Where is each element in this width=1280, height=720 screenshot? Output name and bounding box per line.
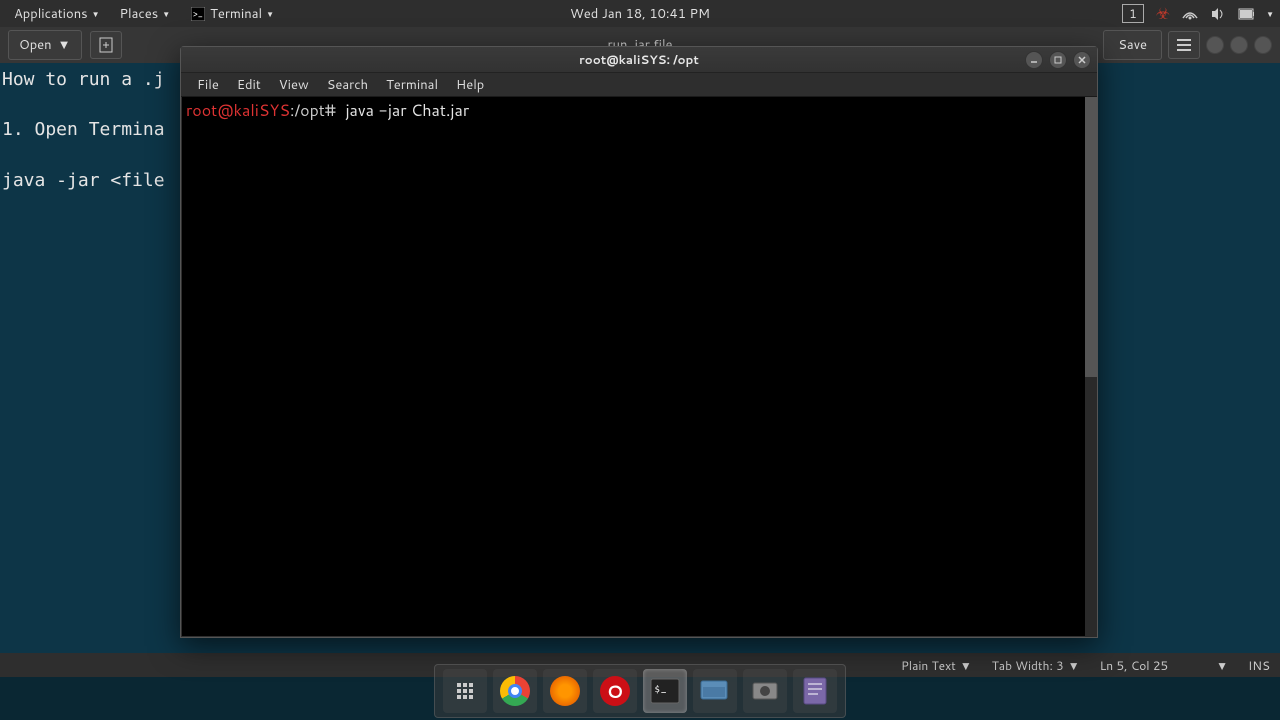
close-icon: [1078, 56, 1086, 64]
terminal-icon: >_: [190, 6, 206, 22]
dock-apps-grid[interactable]: [443, 669, 487, 713]
opera-icon: O: [600, 676, 630, 706]
ln-col-label: Ln 5, Col 25: [1100, 657, 1168, 674]
scrollbar-thumb[interactable]: [1085, 97, 1097, 377]
dock-screenshot[interactable]: [743, 669, 787, 713]
battery-icon[interactable]: [1238, 6, 1254, 22]
terminal-titlebar[interactable]: root@kaliSYS: /opt: [181, 47, 1097, 73]
menu-help[interactable]: Help: [448, 74, 492, 96]
chevron-down-icon: ▼: [266, 8, 274, 20]
terminal-scrollbar[interactable]: [1085, 97, 1097, 637]
applications-menu[interactable]: Applications ▼: [6, 2, 108, 26]
save-button[interactable]: Save: [1103, 30, 1162, 60]
applications-label: Applications: [14, 5, 88, 23]
open-label: Open: [19, 36, 52, 54]
prompt-path: /opt: [294, 99, 324, 122]
syntax-selector[interactable]: Plain Text ▼: [901, 657, 972, 674]
top-panel: Applications ▼ Places ▼ >_ Terminal ▼ We…: [0, 0, 1280, 27]
minimize-button[interactable]: [1206, 36, 1224, 54]
firefox-icon: [550, 676, 580, 706]
dock-terminal[interactable]: $_: [643, 669, 687, 713]
volume-icon[interactable]: [1210, 6, 1226, 22]
svg-text:$_: $_: [654, 681, 667, 697]
chevron-down-icon: ▼: [1216, 657, 1228, 674]
hamburger-icon: [1177, 39, 1191, 51]
terminal-title: root@kaliSYS: /opt: [579, 51, 699, 68]
network-icon[interactable]: [1182, 6, 1198, 22]
menu-terminal[interactable]: Terminal: [378, 74, 446, 96]
terminal-content[interactable]: root@kaliSYS:/opt# java -jar Chat.jar: [182, 97, 1096, 636]
chevron-down-icon: ▼: [92, 8, 100, 20]
menu-view[interactable]: View: [271, 74, 317, 96]
prompt-user: root@kaliSYS: [186, 99, 290, 122]
chevron-down-icon: ▼: [58, 36, 71, 54]
places-menu[interactable]: Places ▼: [112, 2, 179, 26]
kali-dragon-icon: ☣: [1156, 2, 1170, 25]
dock-firefox[interactable]: [543, 669, 587, 713]
new-document-button[interactable]: [90, 31, 122, 59]
clock[interactable]: Wed Jan 18, 10:41 PM: [570, 5, 710, 23]
chrome-icon: [500, 676, 530, 706]
syntax-label: Plain Text: [901, 657, 956, 674]
menu-edit[interactable]: Edit: [229, 74, 269, 96]
terminal-menubar: File Edit View Search Terminal Help: [181, 73, 1097, 97]
dock-opera[interactable]: O: [593, 669, 637, 713]
insert-mode[interactable]: INS: [1248, 657, 1270, 674]
workspace-indicator[interactable]: 1: [1122, 4, 1144, 23]
maximize-icon: [1054, 56, 1062, 64]
open-button[interactable]: Open ▼: [8, 30, 82, 60]
text-editor-icon: [802, 676, 828, 706]
system-menu-chevron[interactable]: ▼: [1266, 8, 1274, 20]
tab-width-selector[interactable]: Tab Width: 3 ▼: [992, 657, 1080, 674]
menu-search[interactable]: Search: [319, 74, 376, 96]
files-icon: [699, 677, 731, 705]
new-file-icon: [99, 37, 113, 53]
minimize-button[interactable]: [1025, 51, 1043, 69]
chevron-down-icon: ▼: [960, 657, 972, 674]
dock: O $_: [434, 664, 846, 718]
close-button[interactable]: [1073, 51, 1091, 69]
terminal-window: root@kaliSYS: /opt File Edit View Search…: [180, 46, 1098, 638]
maximize-button[interactable]: [1230, 36, 1248, 54]
chevron-down-icon: ▼: [1068, 657, 1080, 674]
terminal-command: java -jar Chat.jar: [345, 99, 469, 122]
tab-width-label: Tab Width: 3: [992, 657, 1064, 674]
close-button[interactable]: [1254, 36, 1272, 54]
dock-files[interactable]: [693, 669, 737, 713]
dock-chrome[interactable]: [493, 669, 537, 713]
places-label: Places: [120, 5, 159, 23]
cursor-position[interactable]: Ln 5, Col 25 ▼: [1100, 657, 1228, 674]
apps-grid-icon: [457, 683, 473, 699]
dock-text-editor[interactable]: [793, 669, 837, 713]
prompt-sigil: #: [325, 99, 336, 122]
focused-app-label: Terminal: [210, 5, 262, 23]
chevron-down-icon: ▼: [162, 8, 170, 20]
focused-app-menu[interactable]: >_ Terminal ▼: [182, 2, 282, 26]
maximize-button[interactable]: [1049, 51, 1067, 69]
terminal-icon: $_: [650, 678, 680, 704]
menu-file[interactable]: File: [189, 74, 227, 96]
screenshot-icon: [750, 678, 780, 704]
minimize-icon: [1030, 56, 1038, 64]
svg-text:>_: >_: [193, 7, 203, 20]
hamburger-menu-button[interactable]: [1168, 31, 1200, 59]
